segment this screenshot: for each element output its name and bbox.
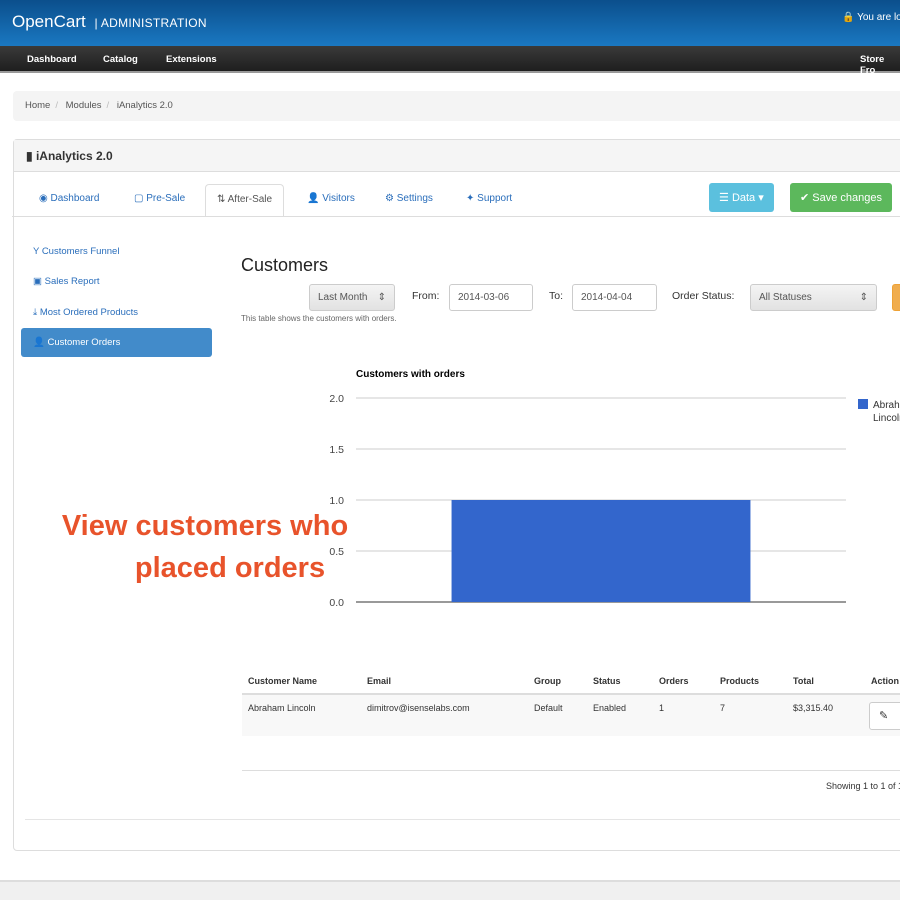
tab-settings[interactable]: ⚙ Settings — [374, 184, 444, 217]
promo-line-2: placed orders — [134, 552, 326, 584]
col-total: Total — [787, 668, 865, 695]
user-icon: 👤 — [307, 193, 320, 204]
main-nav: Dashboard Catalog Extensions Store Fro — [0, 46, 900, 76]
y-tick-label: 2.0 — [329, 393, 344, 405]
cell-group: Default — [528, 694, 587, 736]
chart-title: Customers with orders — [356, 369, 465, 380]
sidebar-item-sales-report[interactable]: ▣ Sales Report — [21, 267, 212, 296]
col-group: Group — [528, 668, 587, 695]
lock-icon: 🔒 — [842, 12, 855, 23]
download-icon: ⤓ — [33, 307, 38, 318]
range-select[interactable]: Last Month ⇕ — [309, 284, 395, 311]
top-header: OpenCart | ADMINISTRATION 🔒 You are lo — [0, 0, 900, 46]
tab-after-sale[interactable]: ⇅ After-Sale — [205, 184, 285, 217]
table-header-row: Customer Name Email Group Status Orders … — [242, 668, 900, 695]
legend-swatch — [858, 399, 868, 409]
order-status-select[interactable]: All Statuses ⇕ — [750, 284, 877, 311]
col-products: Products — [714, 668, 787, 695]
to-label: To: — [549, 290, 564, 302]
legend-label: AbrahamLincoln — [873, 400, 900, 424]
sidebar-item-customers-funnel[interactable]: Y Customers Funnel — [21, 237, 212, 266]
dashboard-icon: ◉ — [39, 193, 48, 204]
filter-icon: Y — [33, 246, 40, 257]
nav-dashboard[interactable]: Dashboard — [27, 54, 77, 65]
cell-orders: 1 — [653, 694, 714, 736]
cart-icon: ▢ — [134, 193, 144, 204]
order-status-label: Order Status: — [672, 290, 735, 302]
cell-email: dimitrov@isenselabs.com — [361, 694, 528, 736]
col-action: Action — [865, 668, 900, 695]
user-icon: 👤 — [33, 337, 45, 348]
panel-divider — [25, 819, 900, 820]
table-hint: This table shows the customers with orde… — [241, 314, 397, 323]
breadcrumb-home[interactable]: Home — [25, 100, 50, 111]
sidebar-item-customer-orders[interactable]: 👤 Customer Orders — [21, 328, 212, 357]
page-title: Customers — [241, 255, 329, 275]
from-label: From: — [412, 290, 440, 302]
money-icon: ▣ — [33, 276, 42, 287]
nav-extensions[interactable]: Extensions — [166, 54, 217, 65]
col-status: Status — [587, 668, 653, 695]
col-orders: Orders — [653, 668, 714, 695]
logo[interactable]: OpenCart | ADMINISTRATION — [12, 12, 207, 32]
bar-chart-icon: ▮ — [26, 149, 33, 163]
to-date-input[interactable]: 2014-04-04 — [572, 284, 657, 311]
cogs-icon: ⚙ — [385, 193, 394, 204]
cell-status: Enabled — [587, 694, 653, 736]
login-status: 🔒 You are lo — [842, 12, 900, 23]
breadcrumb-current: iAnalytics 2.0 — [116, 100, 173, 111]
tab-dashboard[interactable]: ◉ Dashboard — [28, 184, 110, 217]
col-customer-name: Customer Name — [242, 668, 361, 695]
pagination-info: Showing 1 to 1 of 1 — [826, 781, 900, 791]
footer — [0, 880, 900, 900]
nav-catalog[interactable]: Catalog — [103, 54, 138, 65]
y-tick-label: 0.0 — [329, 597, 344, 609]
bar — [451, 500, 751, 602]
y-tick-label: 1.5 — [329, 444, 344, 456]
sidebar-item-most-ordered-products[interactable]: ⤓ Most Ordered Products — [21, 298, 212, 327]
table-row: Abraham Lincoln dimitrov@isenselabs.com … — [242, 694, 900, 736]
panel-title: ▮ iAnalytics 2.0 — [14, 140, 900, 172]
nav-store-front[interactable]: Store Fro — [860, 54, 900, 76]
breadcrumb-modules[interactable]: Modules — [66, 100, 102, 111]
tab-divider — [12, 216, 900, 217]
pushpin-icon: ✦ — [466, 193, 475, 204]
data-dropdown-button[interactable]: ☰ Data ▾ — [709, 183, 774, 212]
sort-icon: ⇅ — [217, 194, 226, 205]
cell-total: $3,315.40 — [787, 694, 865, 736]
customers-table: Customer Name Email Group Status Orders … — [242, 668, 900, 736]
table-divider — [242, 770, 900, 771]
edit-button[interactable]: ✎ — [869, 702, 900, 730]
from-date-input[interactable]: 2014-03-06 — [449, 284, 533, 311]
breadcrumb: Home / Modules / iAnalytics 2.0 — [13, 91, 900, 121]
tab-visitors[interactable]: 👤 Visitors — [296, 184, 366, 217]
promo-caption: View customers who placed orders — [0, 505, 410, 589]
col-email: Email — [361, 668, 528, 695]
tab-pre-sale[interactable]: ▢ Pre-Sale — [123, 184, 196, 217]
cell-name: Abraham Lincoln — [242, 694, 361, 736]
tab-support[interactable]: ✦ Support — [455, 184, 523, 217]
list-icon: ☰ — [719, 192, 729, 204]
promo-line-1: View customers who — [61, 510, 349, 542]
pencil-icon: ✎ — [879, 710, 889, 722]
cell-products: 7 — [714, 694, 787, 736]
filter-button[interactable] — [892, 284, 900, 311]
save-changes-button[interactable]: ✔ Save changes — [790, 183, 892, 212]
check-icon: ✔ — [800, 192, 810, 204]
